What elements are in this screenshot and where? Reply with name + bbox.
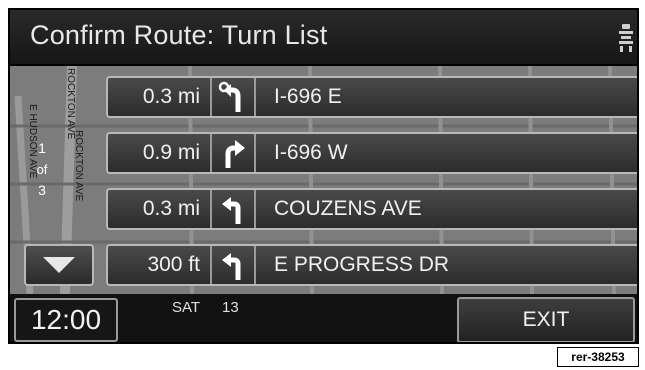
date-number: 13 <box>222 299 239 316</box>
turn-street: COUZENS AVE <box>274 197 422 220</box>
triangle-down-icon <box>43 257 75 273</box>
turn-distance: 0.3 mi <box>108 78 212 116</box>
street-label-rockton-lower: ROCKTON AVE <box>73 130 84 202</box>
navigation-screen: Confirm Route: Turn List ROCKTON AVE E H… <box>8 8 639 344</box>
turn-row[interactable]: 0.3 mi I-696 E <box>106 76 637 118</box>
turn-street: E PROGRESS DR <box>274 253 450 276</box>
turn-street: I-696 W <box>274 141 348 164</box>
turn-left-icon <box>212 190 256 228</box>
turn-row[interactable]: 0.9 mi I-696 W <box>106 132 637 174</box>
scroll-down-button[interactable] <box>24 244 94 286</box>
turn-street: I-696 E <box>274 85 342 108</box>
page-title: Confirm Route: Turn List <box>30 20 328 50</box>
turn-row[interactable]: 0.3 mi COUZENS AVE <box>106 188 637 230</box>
page-counter-current: 1 <box>38 140 46 156</box>
map-view-icon[interactable] <box>617 23 635 53</box>
turn-right-icon <box>212 134 256 172</box>
reference-code: rer-38253 <box>557 347 639 367</box>
turn-distance: 300 ft <box>108 246 212 284</box>
date-day: SAT <box>172 299 201 316</box>
exit-button[interactable]: EXIT <box>457 297 635 342</box>
page-counter-of: of <box>36 162 48 177</box>
page-counter-total: 3 <box>38 182 46 198</box>
turn-distance: 0.9 mi <box>108 134 212 172</box>
header-bar: Confirm Route: Turn List <box>10 10 637 66</box>
footer-bar: 12:00 SAT 13 EXIT <box>10 294 637 342</box>
street-label-rockton: ROCKTON AVE <box>65 68 76 140</box>
turn-distance: 0.3 mi <box>108 190 212 228</box>
keep-left-roundabout-icon <box>212 78 256 116</box>
clock-display[interactable]: 12:00 <box>14 298 118 342</box>
turn-row[interactable]: 300 ft E PROGRESS DR <box>106 244 637 286</box>
turn-left-icon <box>212 246 256 284</box>
